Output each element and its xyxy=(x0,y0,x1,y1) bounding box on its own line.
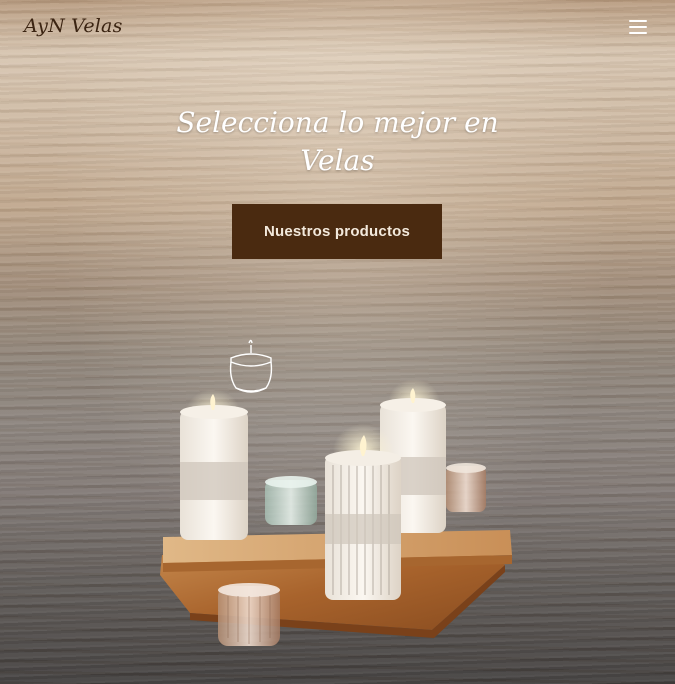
hero-headline-line1: Selecciona lo mejor en xyxy=(176,106,499,139)
products-button[interactable]: Nuestros productos xyxy=(232,204,442,259)
candle-jar-icon xyxy=(229,339,273,393)
hero-headline: Selecciona lo mejor en Velas xyxy=(0,104,675,180)
candles-product-image xyxy=(160,339,512,646)
brand-logo[interactable]: AyN Velas xyxy=(24,15,123,37)
hamburger-menu-icon[interactable] xyxy=(629,20,647,35)
hero-headline-line2: Velas xyxy=(300,144,375,177)
site-header: AyN Velas xyxy=(0,0,675,58)
